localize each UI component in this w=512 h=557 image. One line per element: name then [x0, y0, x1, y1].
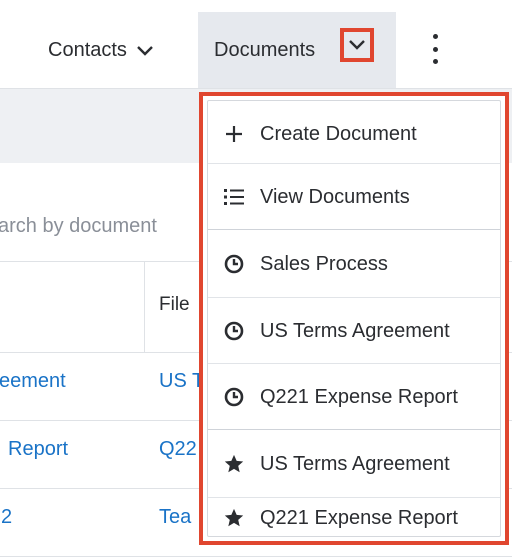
menu-item-recent-sales-process[interactable]: Sales Process: [208, 231, 500, 297]
menu-item-view-documents[interactable]: View Documents: [208, 164, 500, 230]
tab-contacts[interactable]: Contacts: [36, 12, 196, 88]
menu-item-label: Sales Process: [260, 252, 388, 275]
menu-item-label: Create Document: [260, 122, 417, 145]
row-name-link[interactable]: 2: [1, 506, 12, 529]
clock-icon: [222, 319, 246, 343]
column-header-file[interactable]: File: [159, 294, 190, 316]
chevron-down-icon[interactable]: [137, 39, 153, 62]
menu-item-recent-us-terms-agreement[interactable]: US Terms Agreement: [208, 298, 500, 364]
menu-item-recent-q221-expense-report[interactable]: Q221 Expense Report: [208, 364, 500, 430]
documents-dropdown-toggle[interactable]: [340, 28, 374, 62]
list-icon: [222, 185, 246, 209]
menu-item-label: Q221 Expense Report: [260, 385, 458, 408]
row-name-link[interactable]: eement: [0, 370, 66, 393]
star-icon: [222, 452, 246, 476]
dropdown-panel: Create Document View Documents Sales Pro…: [207, 100, 501, 537]
menu-item-create-document[interactable]: Create Document: [208, 101, 500, 167]
tab-documents[interactable]: Documents: [198, 12, 396, 88]
menu-item-favorite-q221-expense-report[interactable]: Q221 Expense Report: [208, 498, 500, 538]
menu-item-label: View Documents: [260, 185, 410, 208]
documents-dropdown-menu: Create Document View Documents Sales Pro…: [199, 92, 509, 545]
row-name-link[interactable]: Report: [8, 438, 68, 461]
top-nav-bar: Contacts Documents: [0, 0, 512, 88]
row-file-link[interactable]: US T: [159, 370, 204, 393]
menu-item-label: US Terms Agreement: [260, 319, 450, 342]
menu-item-favorite-us-terms-agreement[interactable]: US Terms Agreement: [208, 431, 500, 497]
clock-icon: [222, 385, 246, 409]
search-input[interactable]: arch by document: [0, 215, 157, 238]
section-divider: [208, 229, 500, 230]
more-options-icon[interactable]: [428, 34, 442, 64]
row-file-link[interactable]: Tea: [159, 506, 191, 529]
menu-item-label: Q221 Expense Report: [260, 506, 458, 529]
star-icon: [222, 506, 246, 530]
column-divider: [144, 262, 145, 352]
clock-icon: [222, 252, 246, 276]
chevron-down-icon: [349, 40, 365, 50]
row-file-link[interactable]: Q22: [159, 438, 197, 461]
menu-item-label: US Terms Agreement: [260, 452, 450, 475]
plus-icon: [222, 122, 246, 146]
section-divider: [208, 429, 500, 430]
tab-contacts-label: Contacts: [48, 38, 127, 61]
tab-documents-label: Documents: [214, 38, 316, 61]
